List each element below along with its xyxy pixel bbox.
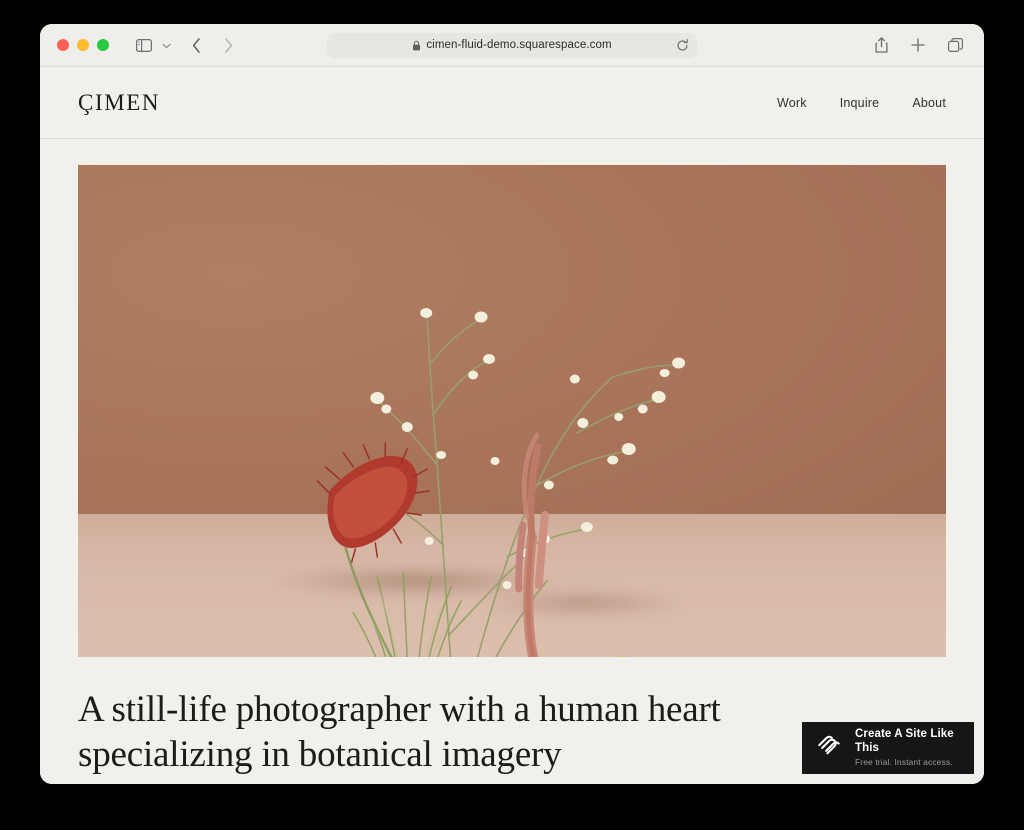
plus-icon — [911, 38, 925, 52]
badge-text: Create A Site Like This Free trial. Inst… — [855, 727, 974, 770]
back-button[interactable] — [183, 33, 209, 57]
celosia — [316, 442, 430, 657]
toolbar-right-controls — [868, 33, 968, 57]
badge-title: Create A Site Like This — [855, 727, 954, 755]
squarespace-promo-badge[interactable]: Create A Site Like This Free trial. Inst… — [802, 722, 974, 774]
amaranth — [515, 432, 549, 657]
url-text: cimen-fluid-demo.squarespace.com — [426, 39, 612, 51]
tab-overview-icon — [947, 37, 963, 53]
chevron-left-icon — [192, 37, 201, 53]
badge-subtitle: Free trial. Instant access. — [855, 757, 953, 768]
reload-button[interactable] — [674, 37, 690, 53]
nav-link-work[interactable]: Work — [777, 96, 807, 110]
squarespace-logo-icon — [816, 733, 842, 764]
lock-icon — [412, 40, 421, 51]
site-header: ÇIMEN Work Inquire About — [40, 67, 984, 139]
daisy — [617, 656, 628, 657]
new-tab-button[interactable] — [905, 33, 931, 57]
sidebar-icon — [136, 38, 152, 52]
forward-button[interactable] — [215, 33, 241, 57]
chevron-right-icon — [224, 37, 233, 53]
headline-line-1: A still-life photographer with a human h… — [78, 689, 721, 730]
browser-toolbar: cimen-fluid-demo.squarespace.com — [40, 24, 984, 67]
close-window-button[interactable] — [57, 39, 69, 51]
nav-link-inquire[interactable]: Inquire — [840, 96, 880, 110]
sidebar-controls — [131, 33, 173, 57]
navigation-controls — [183, 33, 241, 57]
share-button[interactable] — [868, 33, 894, 57]
address-bar[interactable]: cimen-fluid-demo.squarespace.com — [327, 32, 697, 58]
sidebar-chevron-button[interactable] — [159, 33, 173, 57]
minimize-window-button[interactable] — [77, 39, 89, 51]
website-viewport: ÇIMEN Work Inquire About A still-life ph… — [40, 67, 984, 784]
site-navigation: Work Inquire About — [777, 96, 946, 110]
hero-section — [40, 139, 984, 657]
maximize-window-button[interactable] — [97, 39, 109, 51]
tab-overview-button[interactable] — [942, 33, 968, 57]
browser-window: cimen-fluid-demo.squarespace.com ÇIMEN W… — [40, 24, 984, 784]
site-logo[interactable]: ÇIMEN — [78, 90, 160, 116]
still-life-illustration — [316, 308, 686, 657]
sidebar-toggle-button[interactable] — [131, 33, 157, 57]
nav-link-about[interactable]: About — [912, 96, 946, 110]
hero-image[interactable] — [78, 165, 946, 657]
traffic-lights — [57, 39, 109, 51]
chevron-down-icon — [161, 36, 171, 54]
share-icon — [874, 37, 888, 53]
